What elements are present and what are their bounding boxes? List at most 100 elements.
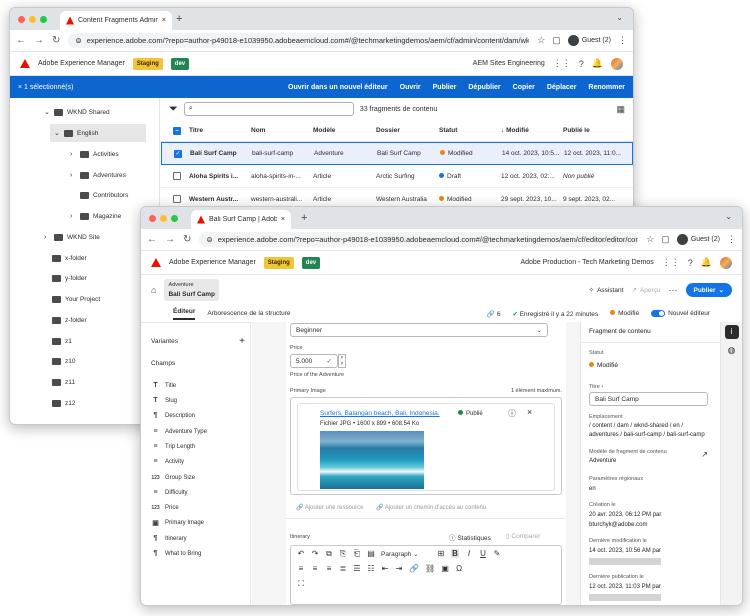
field-item[interactable]: ≡ Activity — [151, 454, 184, 469]
tree-item[interactable]: z11 — [52, 373, 75, 391]
field-item[interactable]: ▣ Primary Image — [151, 515, 204, 530]
tree-item[interactable]: y-folder — [52, 269, 87, 287]
minimize-dot[interactable] — [29, 16, 36, 23]
reload-icon[interactable]: ↻ — [52, 35, 60, 46]
field-item[interactable]: ¶ Description — [151, 408, 195, 423]
extension-icon[interactable]: ▢ — [661, 234, 670, 245]
table-settings-icon[interactable]: ▦ — [616, 104, 625, 115]
guest-profile[interactable]: Guest (2) — [567, 35, 611, 46]
zoom-dot[interactable] — [40, 16, 47, 23]
url-field[interactable]: ⊜ experience.adobe.com/?repo=author-p4901… — [199, 232, 639, 247]
table-icon[interactable]: ⊞ — [437, 549, 445, 558]
bookmark-icon[interactable]: ☆ — [646, 234, 654, 245]
breadcrumb[interactable]: Adventure Bali Surf Camp — [164, 279, 220, 301]
close-icon[interactable]: × — [527, 407, 532, 417]
info-panel-icon[interactable]: i — [724, 325, 739, 339]
paragraph-select[interactable]: Paragraph ⌄ — [381, 550, 431, 558]
statistics-button[interactable]: ⓘ Statistiques — [449, 532, 491, 542]
align-right-icon[interactable]: ≡ — [325, 564, 333, 573]
row-checkbox[interactable] — [173, 195, 181, 203]
italic-icon[interactable]: I — [465, 549, 473, 558]
paste-text-icon[interactable]: ⎗ — [353, 549, 361, 559]
align-left-icon[interactable]: ≡ — [297, 564, 305, 573]
table-row[interactable]: Aloha Spirits i... aloha-spirits-in-... … — [161, 165, 633, 188]
globe-icon[interactable]: ◍ — [725, 345, 739, 356]
justify-icon[interactable]: ≣ — [339, 564, 347, 573]
tree-item[interactable]: z-folder — [52, 311, 87, 329]
forward-icon[interactable]: → — [165, 234, 175, 245]
bell-icon[interactable]: 🔔 — [701, 257, 712, 268]
tab-structure-tree[interactable]: Arborescence de la structure — [207, 310, 290, 317]
field-item[interactable]: 123 Group Size — [151, 470, 195, 485]
avatar[interactable] — [720, 256, 732, 269]
help-icon[interactable]: ? — [579, 59, 584, 69]
close-dot[interactable] — [18, 16, 25, 23]
preview-button[interactable]: ↗ Aperçu — [631, 286, 660, 295]
open-new-editor-button[interactable]: Ouvrir dans un nouvel éditeur — [288, 84, 388, 91]
copy-button[interactable]: Copier — [513, 84, 535, 91]
open-model-icon[interactable]: ↗ — [701, 450, 708, 459]
link-icon[interactable]: 🔗 — [409, 564, 419, 573]
publish-button[interactable]: Publier ⌄ — [685, 283, 732, 297]
fullscreen-icon[interactable]: ⛶ — [297, 579, 305, 589]
close-tab-icon[interactable]: × — [281, 216, 285, 223]
rename-button[interactable]: Renommer — [588, 84, 625, 91]
special-char-icon[interactable]: Ω — [455, 564, 463, 573]
publish-button[interactable]: Publier — [433, 84, 457, 91]
copy-icon[interactable]: ⧉ — [325, 549, 333, 559]
paste-icon[interactable]: ⎘ — [339, 549, 347, 559]
col-model[interactable]: Modèle — [313, 127, 376, 134]
col-modified[interactable]: ↓ Modifié — [501, 127, 563, 134]
select-all-checkbox[interactable]: – — [173, 126, 181, 135]
browser-tab[interactable]: Content Fragments Admin | Ad × — [60, 11, 172, 30]
field-item[interactable]: T Slug — [151, 393, 177, 408]
field-item[interactable]: ≡ Adventure Type — [151, 424, 206, 439]
bold-icon[interactable]: B — [451, 549, 459, 558]
home-icon[interactable]: ⌂ — [151, 285, 156, 295]
browser-tab[interactable]: Bali Surf Camp | Adobe Experie × — [191, 210, 291, 229]
tree-item[interactable]: Your Project — [52, 290, 100, 308]
more-icon[interactable]: ⋮ — [618, 35, 627, 46]
col-title[interactable]: Titre — [189, 127, 251, 134]
price-input[interactable]: 5.000 ✓ — [290, 354, 338, 368]
price-stepper[interactable]: ˄ ˅ — [338, 354, 346, 368]
guest-profile[interactable]: Guest (2) — [676, 234, 720, 245]
unpublish-button[interactable]: Dépublier — [468, 84, 500, 91]
tree-item[interactable]: ⌄ WKND Shared — [44, 103, 110, 121]
difficulty-select[interactable]: Beginner ⌄ — [290, 323, 548, 337]
tree-item[interactable]: › WKND Site — [44, 228, 100, 246]
apps-grid-icon[interactable]: ⋮⋮ — [553, 58, 571, 69]
selection-count[interactable]: × 1 sélectionné(s) — [18, 84, 73, 91]
field-item[interactable]: ≡ Trip Length — [151, 439, 195, 454]
chevron-down-icon[interactable]: ⌄ — [725, 212, 732, 221]
zoom-dot[interactable] — [171, 215, 178, 222]
redo-icon[interactable]: ↷ — [311, 549, 319, 558]
row-checkbox[interactable] — [173, 172, 181, 180]
tree-item[interactable]: x-folder — [52, 249, 87, 267]
add-path-button[interactable]: 🔗 Ajouter un chemin d'accès au contenu — [376, 504, 486, 511]
add-resource-button[interactable]: 🔗 Ajouter une ressource — [296, 504, 364, 511]
tree-item[interactable]: z1 — [52, 332, 72, 350]
col-name[interactable]: Nom — [251, 127, 313, 134]
field-item[interactable]: T Title — [151, 378, 176, 393]
new-tab-icon[interactable]: + — [176, 13, 182, 25]
close-dot[interactable] — [149, 215, 156, 222]
back-icon[interactable]: ← — [16, 35, 26, 46]
tree-item-selected[interactable]: ⌄ English — [50, 124, 146, 142]
org-switcher[interactable]: Adobe Production - Tech Marketing Demos — [520, 259, 653, 266]
new-tab-icon[interactable]: + — [301, 212, 307, 224]
col-folder[interactable]: Dossier — [376, 127, 439, 134]
tree-item[interactable]: Contributors — [80, 186, 128, 204]
tree-item[interactable]: z12 — [52, 394, 75, 412]
chevron-down-icon[interactable]: ⌄ — [616, 13, 623, 22]
new-editor-toggle[interactable]: Nouvel éditeur — [651, 310, 710, 317]
tree-item[interactable]: › Activities — [70, 145, 119, 163]
references-count[interactable]: 🔗 6 — [487, 310, 501, 318]
image-card[interactable]: Surfers, Balangan beach, Bali, Indonesia… — [297, 403, 555, 491]
tab-editor[interactable]: Éditeur — [173, 308, 196, 320]
info-icon[interactable]: ⓘ — [508, 408, 516, 419]
field-item[interactable]: ¶ What to Bring — [151, 546, 202, 561]
title-input[interactable]: Bali Surf Camp — [589, 392, 708, 406]
paste-word-icon[interactable]: ▤ — [367, 549, 375, 558]
site-info-icon[interactable]: ⊜ — [75, 36, 81, 45]
